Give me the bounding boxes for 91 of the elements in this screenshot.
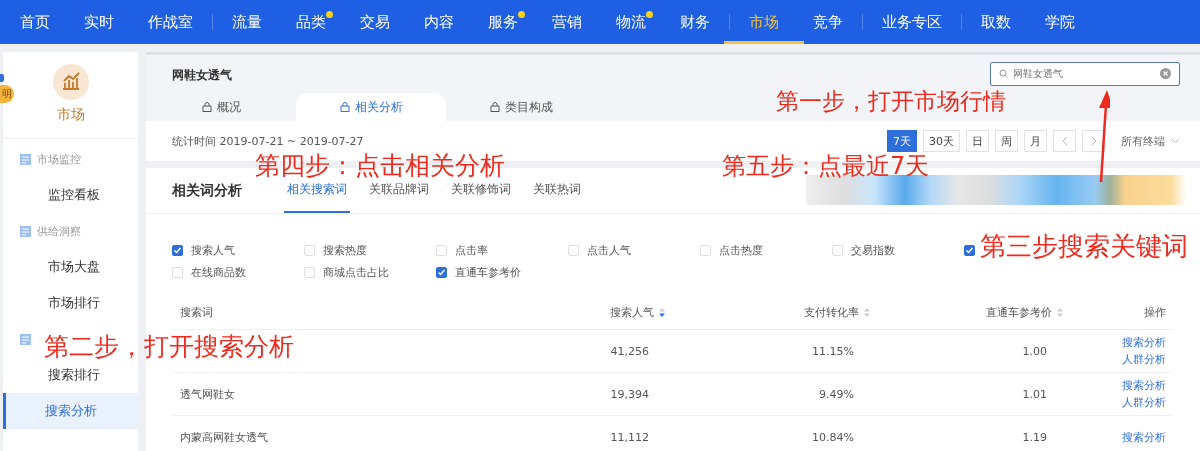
page-tab[interactable]: 概况 xyxy=(146,93,296,121)
page-tab[interactable]: 相关分析 xyxy=(296,93,446,121)
checkbox-label: 商城点击占比 xyxy=(323,264,389,280)
table-cell: 1.00 xyxy=(1022,344,1047,358)
nav-tab[interactable]: 业务专区 xyxy=(865,0,959,44)
bag-icon xyxy=(201,102,212,112)
sidebar-item[interactable]: 市场排行 xyxy=(3,285,138,321)
chevron-right-icon xyxy=(1090,136,1097,146)
annotation-text: 第一步，打开市场行情 xyxy=(776,89,1006,115)
action-link[interactable]: 搜索分析 xyxy=(1122,378,1166,393)
checkbox-label: 直通车参考价 xyxy=(455,264,521,280)
keyword-cell: 透气网鞋女 xyxy=(180,386,235,402)
checkbox-label: 搜索人气 xyxy=(191,242,235,258)
nav-tab[interactable]: 品类 xyxy=(279,0,343,44)
nav-tab[interactable]: 物流 xyxy=(599,0,663,44)
search-icon xyxy=(999,69,1008,78)
tab-label: 相关分析 xyxy=(354,98,403,116)
nav-tab[interactable]: 市场 xyxy=(724,0,804,44)
sort-icon[interactable] xyxy=(659,307,665,317)
checkbox-label: 点击人气 xyxy=(587,242,631,258)
nav-tab[interactable]: 首页 xyxy=(3,0,67,44)
bag-icon xyxy=(489,102,500,112)
previous-button[interactable] xyxy=(1053,130,1076,152)
range-button[interactable]: 7天 xyxy=(887,130,917,152)
range-button[interactable]: 月 xyxy=(1024,130,1047,152)
nav-tab[interactable]: 营销 xyxy=(535,0,599,44)
range-button[interactable]: 30天 xyxy=(923,130,960,152)
table-cell: 10.84% xyxy=(812,430,854,444)
checkbox-label: 搜索热度 xyxy=(323,242,367,258)
column-header: 支付转化率 xyxy=(804,304,859,320)
section-label: 供给洞察 xyxy=(37,223,81,239)
column-header: 操作 xyxy=(1144,304,1166,320)
column-header: 搜索词 xyxy=(180,304,213,320)
device-select[interactable]: 所有终端 xyxy=(1121,133,1165,149)
checkbox[interactable] xyxy=(436,266,447,278)
section-label: 市场监控 xyxy=(37,151,81,167)
checkbox-label: 点击率 xyxy=(455,242,488,258)
clear-icon[interactable] xyxy=(1160,68,1171,79)
action-link[interactable]: 搜索分析 xyxy=(1122,335,1166,350)
annotation-text: 第三步搜索关键词 xyxy=(980,232,1188,261)
column-header: 搜索人气 xyxy=(610,304,654,320)
nav-tab[interactable]: 实时 xyxy=(67,0,131,44)
annotation-text: 第五步：点最近7天 xyxy=(722,153,930,180)
column-header: 直通车参考价 xyxy=(986,304,1052,320)
sidebar-item[interactable]: 搜索分析 xyxy=(3,393,138,429)
nav-tab[interactable]: 交易 xyxy=(343,0,407,44)
bag-icon xyxy=(339,102,350,112)
table-cell: 41,256 xyxy=(610,344,649,358)
nav-tab[interactable]: 财务 xyxy=(663,0,727,44)
checkbox-label: 交易指数 xyxy=(851,242,895,258)
table-cell: 1.01 xyxy=(1022,387,1047,401)
annotation-text: 第二步，打开搜索分析 xyxy=(44,333,294,361)
checkbox[interactable] xyxy=(172,244,183,256)
nav-tab[interactable]: 取数 xyxy=(964,0,1028,44)
nav-tab[interactable]: 服务 xyxy=(471,0,535,44)
keyword-tab[interactable]: 关联热词 xyxy=(530,168,584,213)
side-badge[interactable]: 明 xyxy=(0,85,14,103)
action-link[interactable]: 人群分析 xyxy=(1122,395,1166,410)
table-cell: 19,394 xyxy=(610,387,649,401)
document-icon xyxy=(20,333,31,345)
page-tab[interactable]: 类目构成 xyxy=(446,93,596,121)
nav-tab[interactable]: 内容 xyxy=(407,0,471,44)
document-icon xyxy=(20,153,31,165)
card-title: 相关词分析 xyxy=(172,180,243,200)
sidebar-title: 市场 xyxy=(56,106,85,124)
nav-tab[interactable]: 作战室 xyxy=(131,0,210,44)
range-button[interactable]: 日 xyxy=(966,130,989,152)
document-icon xyxy=(20,225,31,237)
table-cell: 9.49% xyxy=(819,387,854,401)
tab-label: 概况 xyxy=(216,98,241,116)
range-button[interactable]: 周 xyxy=(995,130,1018,152)
checkbox-label: 点击热度 xyxy=(719,242,763,258)
chart-icon xyxy=(52,64,89,100)
sidebar-item[interactable]: 监控看板 xyxy=(3,177,138,213)
tab-label: 类目构成 xyxy=(504,98,553,116)
checkbox[interactable] xyxy=(964,244,975,256)
date-range: 统计时间 2019-07-21 ~ 2019-07-27 xyxy=(172,133,365,149)
search-field[interactable]: 网鞋女透气 xyxy=(990,62,1180,86)
table-cell: 1.19 xyxy=(1022,430,1047,444)
sidebar-item[interactable]: 市场大盘 xyxy=(3,249,138,285)
page-title: 网鞋女透气 xyxy=(172,67,232,84)
table-cell: 11.15% xyxy=(812,344,854,358)
checkbox-label: 在线商品数 xyxy=(191,264,246,280)
chevron-left-icon xyxy=(1061,136,1068,146)
keyword-cell: 内蒙高网鞋女透气 xyxy=(180,429,268,445)
action-link[interactable]: 搜索分析 xyxy=(1122,429,1166,445)
action-link[interactable]: 人群分析 xyxy=(1122,352,1166,367)
chevron-down-icon xyxy=(1171,138,1180,144)
nav-tab[interactable]: 流量 xyxy=(215,0,279,44)
nav-tab[interactable]: 学院 xyxy=(1028,0,1092,44)
table-cell: 11,112 xyxy=(610,430,649,444)
